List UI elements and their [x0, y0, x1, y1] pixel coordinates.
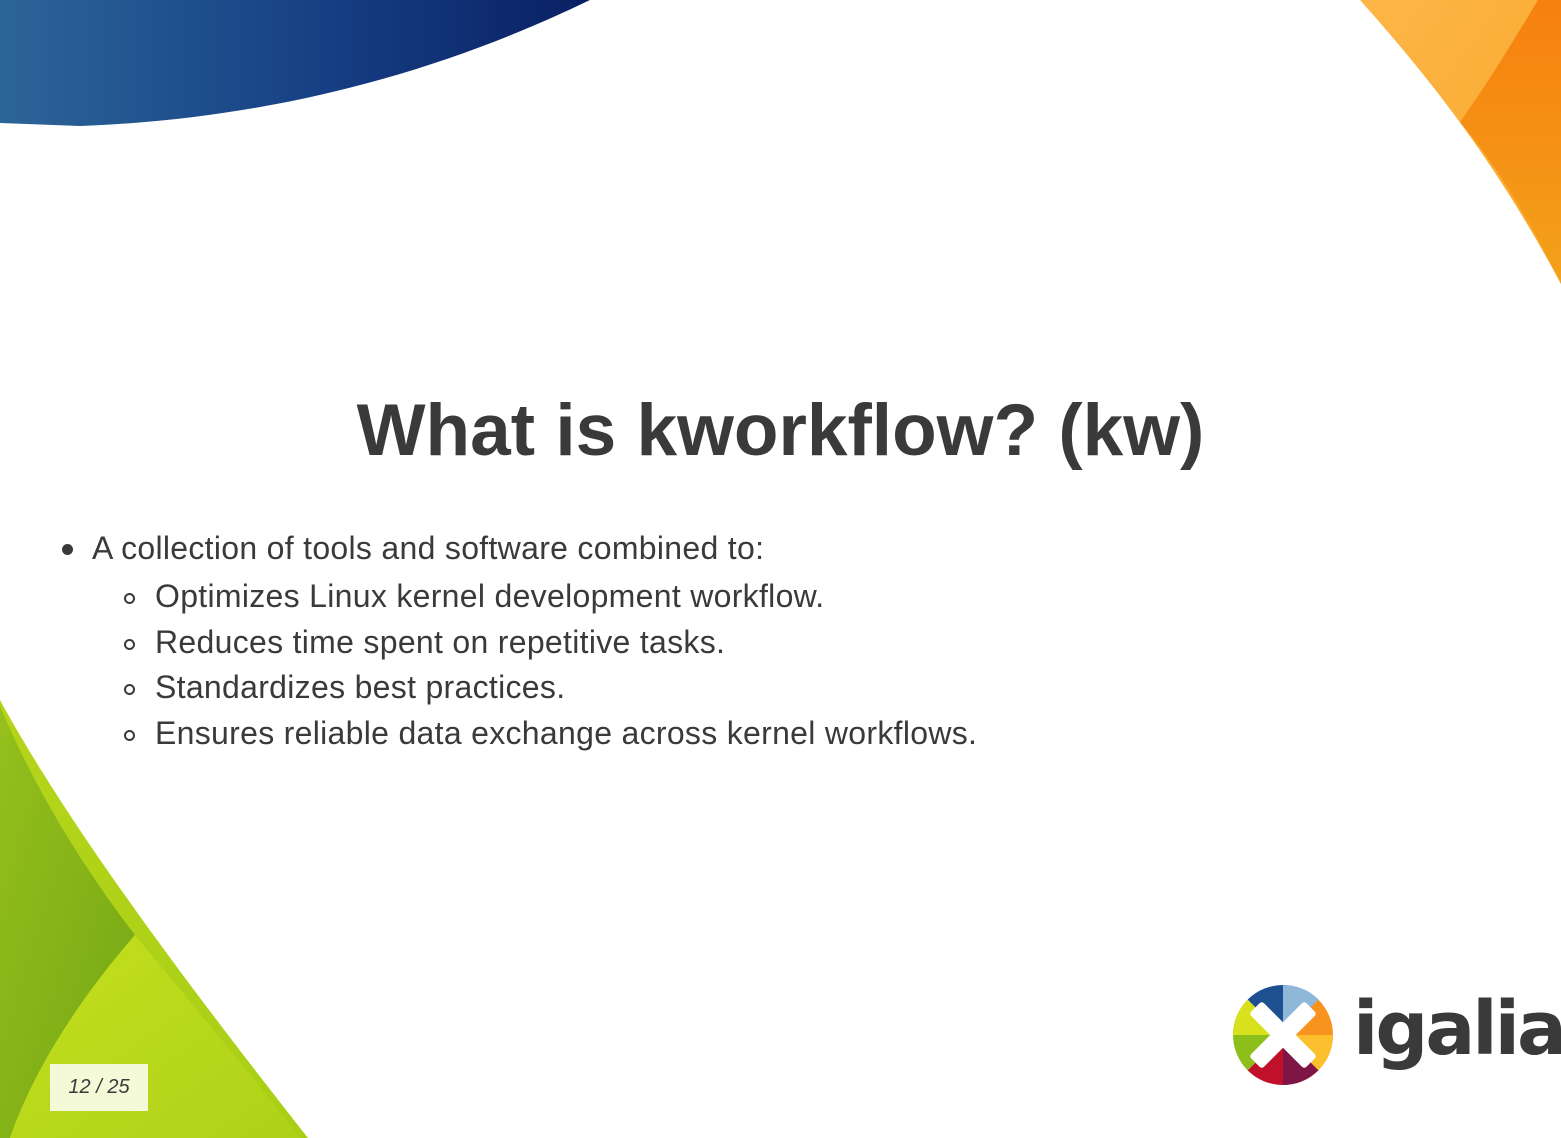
sub-bullet-text: Reduces time spent on repetitive tasks. — [155, 623, 726, 660]
sub-bullet-item: Standardizes best practices. — [123, 665, 1362, 711]
bullet-text: A collection of tools and software combi… — [92, 530, 765, 566]
corner-band-blue — [0, 0, 590, 126]
circle-bullet-icon — [124, 638, 135, 650]
sub-bullet-item: Reduces time spent on repetitive tasks. — [123, 620, 1362, 666]
circle-bullet-icon — [124, 593, 135, 604]
igalia-logo-mark-icon — [1233, 985, 1333, 1085]
igalia-logo-text: igalia — [1353, 986, 1561, 1072]
bullet-item: A collection of tools and software combi… — [62, 528, 1362, 756]
slide-title: What is kworkflow? (kw) — [356, 390, 1205, 471]
sub-bullet-text: Ensures reliable data exchange across ke… — [155, 714, 978, 751]
sub-bullet-text: Optimizes Linux kernel development workf… — [155, 578, 825, 614]
circle-bullet-icon — [124, 729, 135, 741]
page-counter: 12 / 25 — [50, 1064, 148, 1111]
circle-bullet-icon — [124, 684, 135, 695]
sub-bullet-item: Optimizes Linux kernel development workf… — [123, 574, 1362, 620]
sub-bullet-text: Standardizes best practices. — [155, 669, 566, 705]
sub-bullet-list: Optimizes Linux kernel development workf… — [123, 574, 1362, 756]
igalia-logo: igalia — [1230, 982, 1561, 1092]
sub-bullet-item: Ensures reliable data exchange across ke… — [123, 711, 1362, 757]
slide-content: A collection of tools and software combi… — [62, 528, 1362, 756]
bullet-list: A collection of tools and software combi… — [62, 528, 1362, 756]
bullet-dot-icon — [62, 544, 73, 555]
